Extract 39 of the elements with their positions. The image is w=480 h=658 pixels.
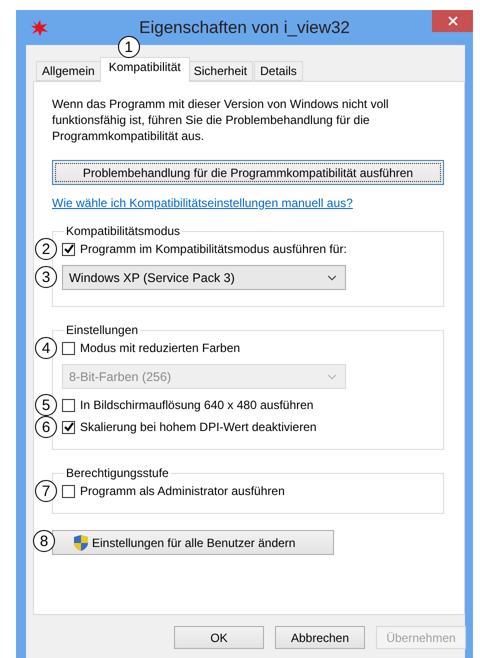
all-users-button[interactable]: Einstellungen für alle Benutzer ändern [52,530,334,555]
tab[interactable]: Sicherheit [188,61,254,81]
callout-number: 8 [33,530,55,552]
callout-number: 1 [118,36,140,58]
callout-number: 3 [35,266,57,288]
checkbox-label: In Bildschirmauflösung 640 x 480 ausführen [80,397,314,413]
group-title: Kompatibilitätsmodus [65,224,182,238]
checkbox[interactable] [62,398,75,412]
checkbox-label: Programm im Kompatibilitätsmodus ausführen für: [80,241,347,257]
close-button[interactable] [432,10,473,32]
checkbox[interactable] [62,342,75,354]
checkbox[interactable] [62,420,75,434]
callout-number: 6 [35,416,57,438]
intro-text: Wenn das Programm mit dieser Version von Windows nicht voll funktionsfähig ist, führen Sie die Problembehandlung für die Programmkompatibilität aus. [52,96,390,144]
callout-number: 5 [35,394,57,416]
callout-number: 4 [35,337,57,359]
checkbox-label: Skalierung bei hohem DPI-Wert deaktivieren [80,419,317,435]
dropdown[interactable]: Windows XP (Service Pack 3) [62,265,346,290]
callout-number: 7 [35,480,57,502]
tab[interactable]: Details [254,61,303,81]
checkbox-label: Modus mit reduzierten Farben [80,340,240,356]
dialog-button[interactable]: OK [174,626,264,649]
checkbox[interactable] [62,484,75,498]
callout-number: 2 [35,238,57,260]
shield-icon [73,534,89,552]
checkmark-icon [64,422,74,432]
dialog-button[interactable]: Abbrechen [275,626,365,649]
checkbox-label: Programm als Administrator ausführen [80,483,285,499]
close-icon [448,16,458,26]
checkbox[interactable] [62,242,75,256]
window-title: Eigenschaften von i_view32 [139,18,350,37]
tab[interactable]: Allgemein [36,61,101,81]
troubleshoot-button[interactable]: Problembehandlung für die Programmkompatibilität ausführen [52,160,444,185]
help-link[interactable]: Wie wähle ich Kompatibilitätseinstellungen manuell aus? [52,196,353,210]
group-title: Einstellungen [65,323,140,337]
checkmark-icon [64,244,74,254]
app-icon [30,18,50,36]
group-title: Berechtigungsstufe [65,466,170,480]
tab[interactable]: Kompatibilität [100,57,190,82]
